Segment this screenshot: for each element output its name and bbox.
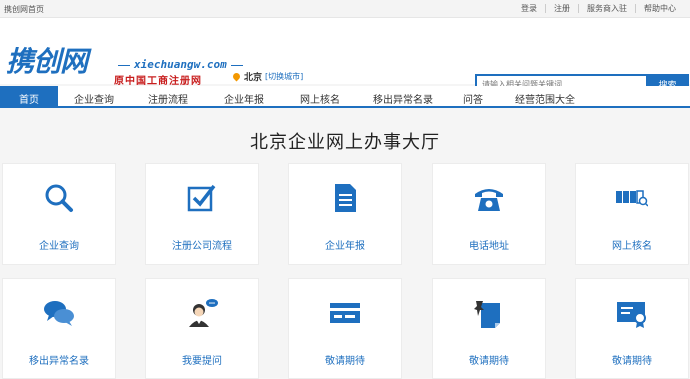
name-check-icon [616,190,648,207]
nav-remove-abnormal[interactable]: 移出异常名录 [358,86,448,106]
search-icon [45,184,73,212]
tile-label: 敬请期待 [325,356,365,367]
home-link[interactable]: 携创网首页 [4,4,44,15]
tile-label: 我要提问 [182,356,222,367]
checkbox-icon [187,184,216,212]
current-city: 北京 [244,73,263,83]
card-icon [330,303,360,323]
provider-join-link[interactable]: 服务商入驻 [578,4,635,13]
tile-coming-soon-2[interactable]: 敬请期待 [432,278,546,379]
tile-ask-question[interactable]: 我要提问 [145,278,259,379]
location-selector: 北京 [切换城市] [231,70,303,83]
tile-coming-soon-3[interactable]: 敬请期待 [575,278,689,379]
header: 携创网 xiechuangw.com 原中国工商注册网 北京 [切换城市] 搜索 [0,18,690,94]
pin-note-icon [474,301,500,328]
tile-label: 网上核名 [612,241,652,252]
tile-name-check[interactable]: 网上核名 [575,163,689,265]
tile-annual-report[interactable]: 企业年报 [288,163,402,265]
register-link[interactable]: 注册 [545,4,578,13]
document-icon [335,184,356,212]
tile-label: 企业年报 [325,241,365,252]
tile-label: 企业查询 [39,241,79,252]
tile-phone-address[interactable]: 电话地址 [432,163,546,265]
logo-url: xiechuangw.com [114,58,247,71]
tile-remove-abnormal[interactable]: 移出异常名录 [2,278,116,379]
switch-city-link[interactable]: [切换城市] [265,71,303,82]
telephone-icon [475,189,503,211]
certificate-icon [617,302,646,328]
tile-coming-soon-1[interactable]: 敬请期待 [288,278,402,379]
chat-bubbles-icon [44,301,74,326]
question-person-icon [189,299,218,327]
tile-company-search[interactable]: 企业查询 [2,163,116,265]
help-center-link[interactable]: 帮助中心 [635,4,684,13]
nav-home[interactable]: 首页 [0,86,58,106]
tile-label: 移出异常名录 [29,356,89,367]
tile-label: 注册公司流程 [172,241,232,252]
tile-registration-process[interactable]: 注册公司流程 [145,163,259,265]
tile-label: 敬请期待 [612,356,652,367]
page-title: 北京企业网上办事大厅 [250,132,440,153]
nav-company-search[interactable]: 企业查询 [58,86,130,106]
tile-label: 敬请期待 [469,356,509,367]
top-links: 登录 注册 服务商入驻 帮助中心 [513,4,684,13]
nav-qa[interactable]: 问答 [448,86,498,106]
nav-business-scope[interactable]: 经营范围大全 [498,86,592,106]
location-pin-icon [231,71,242,82]
logo-slogan: 原中国工商注册网 [114,76,202,87]
top-bar: 携创网首页 登录 注册 服务商入驻 帮助中心 [0,0,690,18]
nav-name-check[interactable]: 网上核名 [282,86,358,106]
site-logo[interactable]: 携创网 [6,48,88,76]
tile-label: 电话地址 [469,241,509,252]
nav-registration-process[interactable]: 注册流程 [130,86,206,106]
login-link[interactable]: 登录 [513,4,545,13]
nav-annual-report[interactable]: 企业年报 [206,86,282,106]
main-nav: 首页 企业查询 注册流程 企业年报 网上核名 移出异常名录 问答 经营范围大全 [0,86,690,108]
